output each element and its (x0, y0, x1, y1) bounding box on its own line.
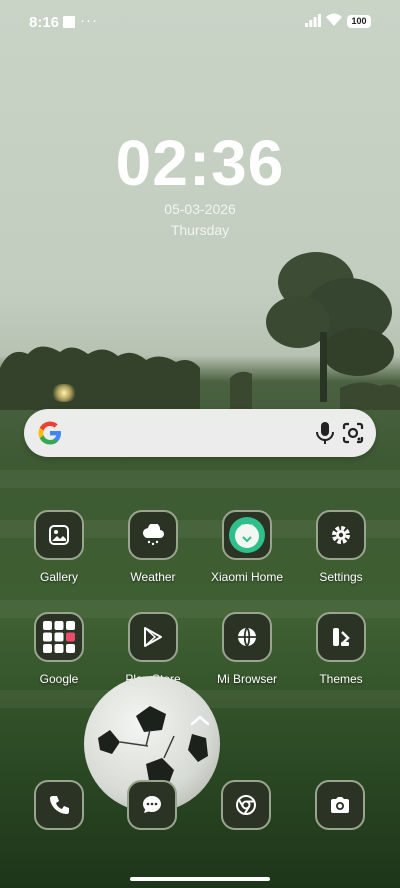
app-drawer-chevron-icon[interactable] (189, 713, 211, 727)
themes-icon[interactable] (316, 612, 366, 662)
dock-camera[interactable] (315, 780, 365, 830)
app-settings[interactable]: Settings (293, 510, 389, 600)
camera-icon[interactable] (317, 782, 363, 828)
notification-icon (63, 16, 75, 28)
app-weather[interactable]: Weather (105, 510, 201, 600)
xiaomi-home-icon[interactable] (222, 510, 272, 560)
gallery-icon[interactable] (34, 510, 84, 560)
status-time: 8:16 (29, 14, 60, 31)
sunset-glow (50, 384, 78, 402)
app-xiaomi-home[interactable]: Xiaomi Home (199, 510, 295, 600)
clock-widget[interactable]: 02:36 (0, 126, 400, 200)
big-tree (266, 252, 394, 402)
app-label: Weather (130, 570, 176, 584)
app-label: Themes (319, 672, 363, 686)
google-lens-icon[interactable] (341, 421, 365, 445)
mic-icon[interactable] (314, 421, 336, 445)
dock-messages[interactable] (127, 780, 177, 830)
app-label: Gallery (39, 570, 78, 584)
messages-icon[interactable] (129, 782, 175, 828)
more-notifications-icon: ··· (80, 12, 98, 29)
app-label: Xiaomi Home (210, 570, 284, 584)
home-screen: 8:16 ··· 100 02:36 05-03-2026 Thursday G… (0, 0, 400, 888)
google-folder-icon[interactable] (34, 612, 84, 662)
dock-phone[interactable] (34, 780, 84, 830)
app-gallery[interactable]: Gallery (11, 510, 107, 600)
field-stripe (0, 470, 400, 488)
status-bar: 8:16 ··· 100 (0, 0, 400, 46)
phone-icon[interactable] (36, 782, 82, 828)
day-text: Thursday (170, 222, 230, 238)
gesture-nav-bar[interactable] (130, 877, 270, 881)
play-store-icon[interactable] (128, 612, 178, 662)
date-text: 05-03-2026 (164, 201, 236, 217)
wifi-icon (326, 13, 342, 26)
gear-icon[interactable] (316, 510, 366, 560)
cell-signal-icon (305, 14, 321, 27)
dock-chrome[interactable] (221, 780, 271, 830)
app-label: Settings (319, 570, 363, 584)
app-themes[interactable]: Themes (293, 612, 389, 702)
weather-icon[interactable] (128, 510, 178, 560)
google-search-bar[interactable] (24, 409, 376, 457)
battery-indicator: 100 (347, 15, 371, 28)
chrome-icon[interactable] (223, 782, 269, 828)
google-logo-icon (38, 421, 61, 445)
globe-icon[interactable] (222, 612, 272, 662)
